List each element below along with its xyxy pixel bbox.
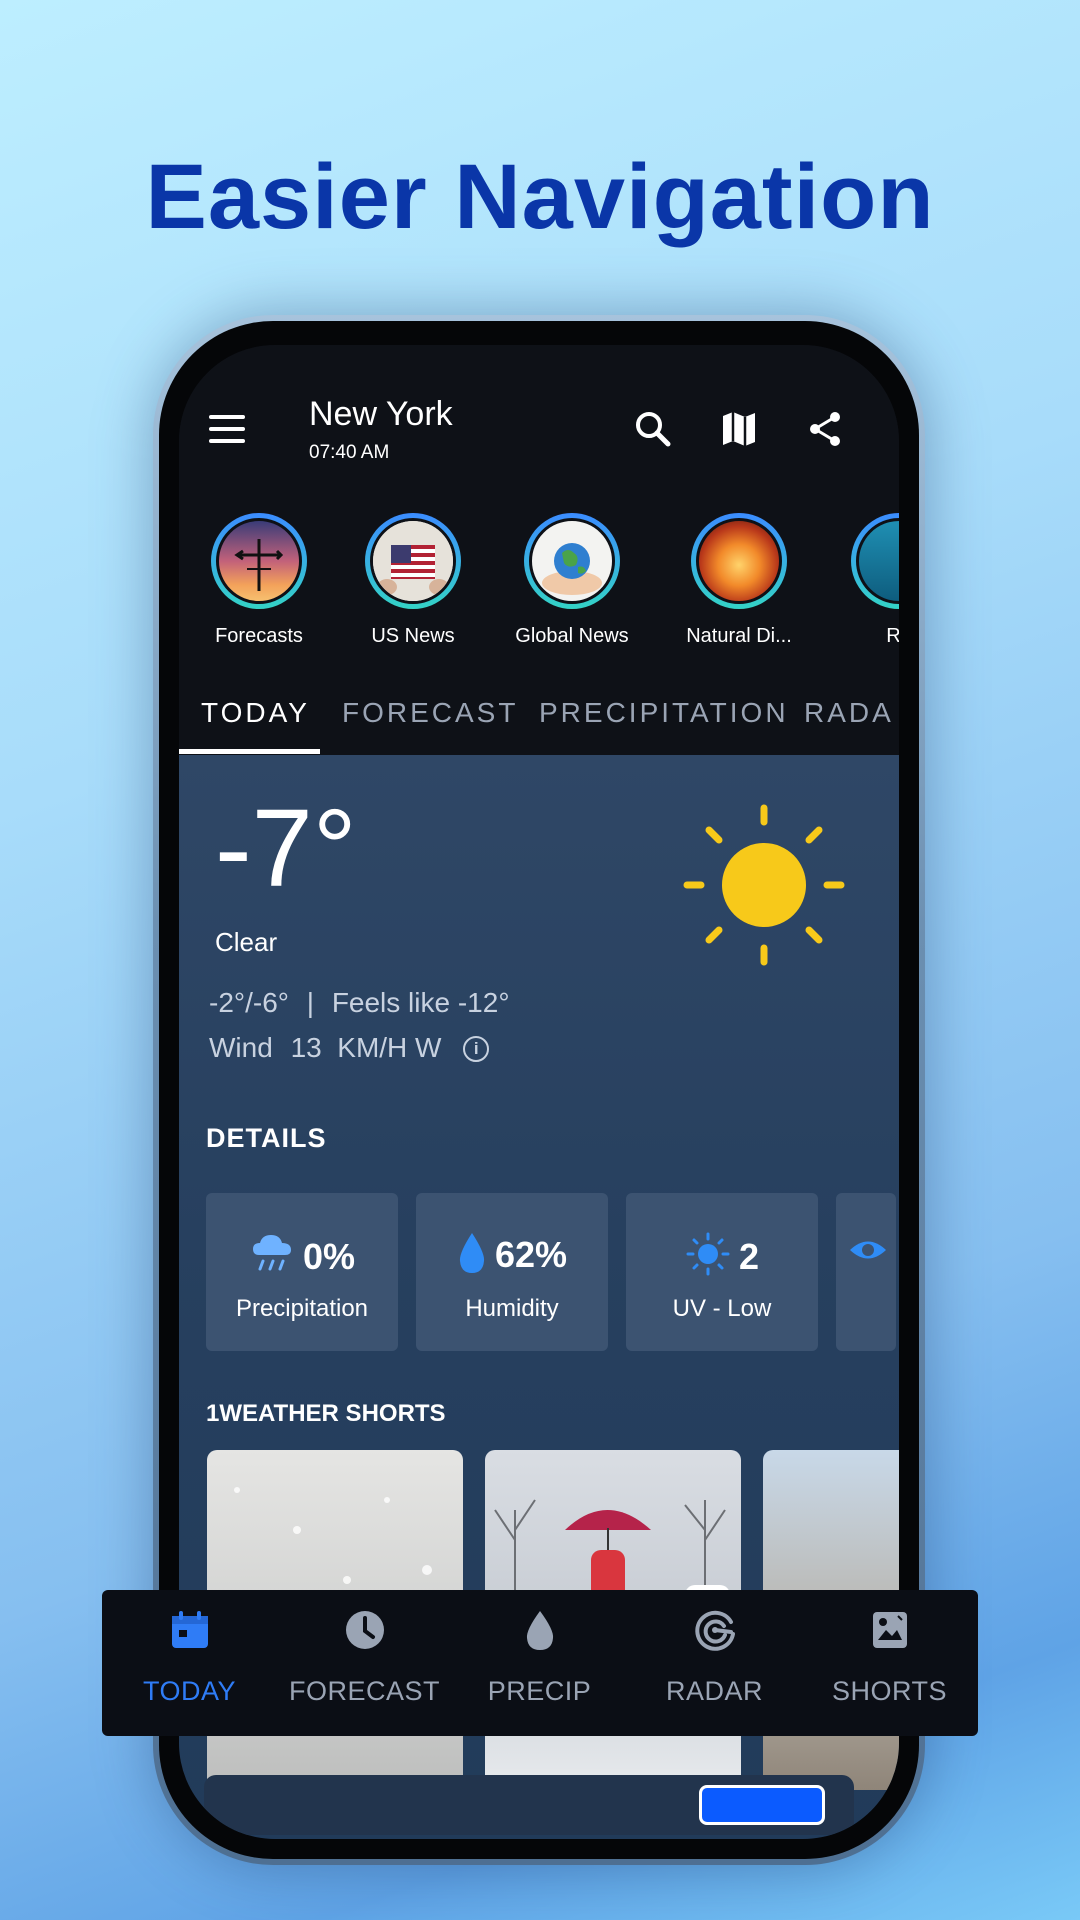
nav-radar[interactable]: RADAR <box>627 1590 802 1736</box>
wildfire-thumbnail <box>696 518 782 604</box>
nav-precip[interactable]: PRECIP <box>452 1590 627 1736</box>
precipitation-caption: Precipitation <box>235 1295 369 1322</box>
nav-precip-label: PRECIP <box>487 1676 592 1706</box>
headline: Easier Navigation <box>145 146 935 248</box>
info-icon[interactable]: i <box>463 1036 490 1062</box>
nav-shorts-label: SHORTS <box>831 1676 948 1706</box>
tab-radar[interactable]: RADA <box>804 697 894 729</box>
radar-icon <box>695 1610 735 1651</box>
map-icon[interactable] <box>717 407 761 451</box>
globe-in-hands-thumbnail <box>529 518 615 604</box>
drop-icon <box>526 1611 554 1650</box>
nav-today[interactable]: TODAY <box>102 1590 277 1736</box>
city-name[interactable]: New York <box>309 395 453 434</box>
nav-shorts[interactable]: SHORTS <box>802 1590 977 1736</box>
uv-sun-icon <box>686 1232 730 1276</box>
top-bar: New York 07:40 AM <box>179 345 899 505</box>
shorts-title: 1WEATHER SHORTS <box>206 1400 446 1427</box>
story-label: Global News <box>515 625 629 647</box>
details-title: DETAILS <box>206 1123 327 1153</box>
story-global-news[interactable]: Global News <box>497 513 647 648</box>
story-natural-disasters[interactable]: Natural Di... <box>664 513 814 648</box>
uv-value: 2 <box>738 1236 760 1277</box>
bottom-navigation: TODAY FORECAST PRECIP RADAR SHORTS <box>102 1590 978 1736</box>
water-drop-icon <box>459 1233 485 1273</box>
calendar-icon <box>172 1611 208 1648</box>
nav-forecast[interactable]: FORECAST <box>277 1590 452 1736</box>
nav-radar-label: RADAR <box>665 1676 763 1706</box>
hamburger-menu-icon[interactable] <box>209 415 245 443</box>
wind-value: 13 KM/H W <box>290 1032 442 1063</box>
weather-condition: Clear <box>215 927 278 957</box>
temperature-range-row: -2°/-6° | Feels like -12° <box>209 987 510 1019</box>
high-low-temp: -2°/-6° <box>209 987 289 1018</box>
tab-forecast[interactable]: FORECAST <box>342 697 518 729</box>
search-icon[interactable] <box>631 407 675 451</box>
wind-label: Wind <box>209 1032 273 1063</box>
share-icon[interactable] <box>803 407 847 451</box>
shorts-icon <box>873 1612 907 1648</box>
uv-caption: UV - Low <box>672 1295 772 1322</box>
stories-row: Forecasts US News Global News Natural Di… <box>179 513 899 673</box>
current-temperature: -7° <box>215 787 357 910</box>
separator: | <box>306 987 315 1018</box>
nav-forecast-label: FORECAST <box>288 1676 440 1706</box>
precipitation-value: 0% <box>302 1236 356 1277</box>
tab-today[interactable]: TODAY <box>201 697 310 729</box>
story-label: Forecasts <box>215 625 303 647</box>
story-label: Natural Di... <box>686 625 792 647</box>
clock-icon <box>346 1611 384 1649</box>
eye-icon <box>850 1241 886 1259</box>
ocean-thumbnail <box>856 518 899 604</box>
rain-cloud-icon <box>252 1235 291 1271</box>
feels-like: Feels like -12° <box>331 987 510 1018</box>
detail-card-humidity[interactable]: 62% Humidity <box>416 1193 608 1351</box>
story-label: Re <box>886 625 899 647</box>
tab-bar: TODAY FORECAST PRECIPITATION RADA <box>179 665 899 755</box>
sun-icon <box>683 804 845 966</box>
us-flag-thumbnail <box>370 518 456 604</box>
tab-precipitation[interactable]: PRECIPITATION <box>539 697 789 729</box>
action-button[interactable] <box>699 1785 825 1825</box>
story-forecasts[interactable]: Forecasts <box>184 513 334 648</box>
story-us-news[interactable]: US News <box>338 513 488 648</box>
humidity-caption: Humidity <box>465 1295 559 1322</box>
active-tab-indicator <box>179 749 320 754</box>
local-time: 07:40 AM <box>309 442 390 463</box>
story-partial[interactable]: Re <box>824 513 899 648</box>
nav-today-label: TODAY <box>142 1676 237 1706</box>
wind-row: Wind 13 KM/H W i <box>209 1032 490 1064</box>
detail-card-precipitation[interactable]: 0% Precipitation <box>206 1193 398 1351</box>
detail-card-uv[interactable]: 2 UV - Low <box>626 1193 818 1351</box>
humidity-value: 62% <box>494 1234 568 1275</box>
detail-card-visibility-partial[interactable] <box>836 1193 896 1351</box>
story-label: US News <box>371 625 455 647</box>
weathervane-sunset-thumbnail <box>216 518 302 604</box>
